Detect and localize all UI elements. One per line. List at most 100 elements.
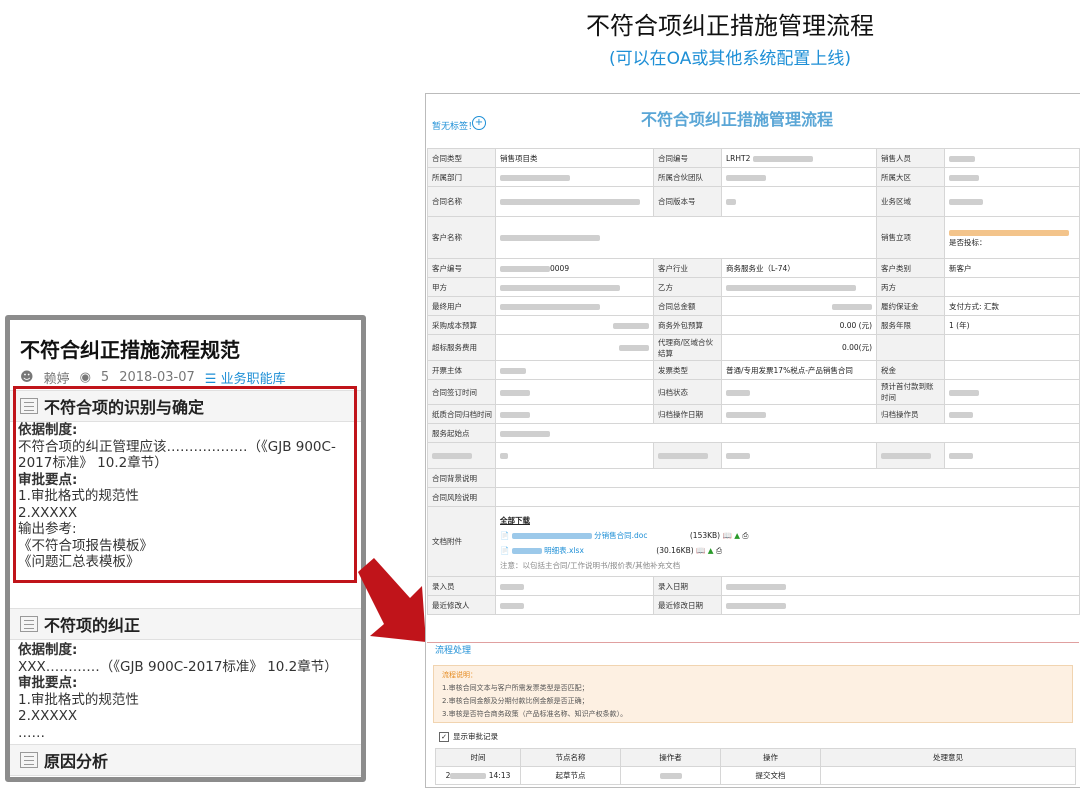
section-line: 1.审批格式的规范性 bbox=[18, 691, 139, 708]
list-icon bbox=[20, 616, 38, 632]
checkbox-icon[interactable]: ✓ bbox=[439, 731, 449, 742]
preview-icon[interactable]: 📖 bbox=[696, 546, 705, 555]
field-label: 纸质合同归档时间 bbox=[427, 404, 496, 424]
table-row: 所属部门 所属合伙团队 所属大区 bbox=[427, 167, 1080, 187]
approval-log-table: 时间 节点名称 操作者 操作 处理意见 2 14:13 起草节点 提交文档 bbox=[435, 748, 1076, 785]
section-line: XXX…………（《GJB 900C-2017标准》 10.2章节） bbox=[18, 658, 338, 675]
table-row: 客户编号 0009 客户行业 商务服务业（L-74） 客户类别 新客户 bbox=[427, 258, 1080, 278]
field-label: 采购成本预算 bbox=[427, 315, 496, 335]
contract-table: 合同类型 销售项目类 合同编号 LRHT2 销售人员 所属部门 所属合伙团队 所属大… bbox=[427, 148, 1080, 615]
table-row: 合同签订时间 归档状态 预计首付款到账时间 bbox=[427, 379, 1080, 405]
field-value bbox=[721, 277, 877, 297]
field-value bbox=[495, 277, 654, 297]
field-value: 普通/专用发票17%税点-产品销售合同 bbox=[721, 360, 877, 380]
field-label: 所属部门 bbox=[427, 167, 496, 187]
field-value bbox=[944, 379, 1080, 405]
field-label: 销售人员 bbox=[876, 148, 945, 168]
field-label: 履约保证金 bbox=[876, 296, 945, 316]
checkbox-label: 显示审批记录 bbox=[453, 732, 498, 741]
field-label: 客户行业 bbox=[653, 258, 722, 278]
field-value bbox=[721, 296, 877, 316]
download-icon[interactable]: ▲ bbox=[708, 546, 714, 555]
field-value: 0.00(元) bbox=[721, 334, 877, 361]
show-record-toggle[interactable]: ✓ 显示审批记录 bbox=[439, 731, 1079, 742]
field-label bbox=[876, 334, 945, 361]
attachment-link[interactable]: 分销售合同.doc bbox=[594, 531, 647, 540]
arrow-icon bbox=[358, 558, 426, 642]
field-label: 销售立项 bbox=[876, 216, 945, 259]
field-label: 丙方 bbox=[876, 277, 945, 297]
table-row: 合同风险说明 bbox=[427, 487, 1080, 507]
section-line: …… bbox=[18, 724, 45, 741]
author: 赖婷 bbox=[43, 372, 70, 387]
attachment-link[interactable]: 明细表.xlsx bbox=[544, 546, 584, 555]
field-value bbox=[495, 296, 654, 316]
page-subtitle: (可以在OA或其他系统配置上线) bbox=[609, 49, 851, 69]
attachment-row: 📄 分销售合同.doc (153KB) 📖 ▲ ⎙ bbox=[500, 528, 1075, 543]
field-value bbox=[721, 379, 877, 405]
field-value bbox=[495, 423, 1080, 443]
table-row: 合同背景说明 bbox=[427, 468, 1080, 488]
field-value bbox=[944, 167, 1080, 187]
field-value bbox=[944, 360, 1080, 380]
process-section: 流程处理 流程说明： 1.审核合同文本与客户所需发票类型是否匹配； 2.审核合同… bbox=[427, 642, 1079, 785]
field-label: 业务区域 bbox=[876, 186, 945, 217]
field-value: 支付方式: 汇款 bbox=[944, 296, 1080, 316]
field-label bbox=[653, 442, 722, 469]
field-value bbox=[721, 167, 877, 187]
table-row: 最终用户 合同总金额 履约保证金 支付方式: 汇款 bbox=[427, 296, 1080, 316]
section-title: 不符项的纠正 bbox=[44, 616, 141, 635]
field-value bbox=[944, 442, 1080, 469]
field-value bbox=[495, 468, 1080, 488]
field-label bbox=[876, 442, 945, 469]
table-row: 采购成本预算 商务外包预算 0.00 (元) 服务年限 1 (年) bbox=[427, 315, 1080, 335]
field-value bbox=[495, 576, 654, 596]
library-link[interactable]: ☰ 业务职能库 bbox=[205, 368, 286, 387]
column-header: 时间 bbox=[435, 748, 521, 767]
field-label: 所属大区 bbox=[876, 167, 945, 187]
download-all-link[interactable]: 全部下载 bbox=[500, 513, 1075, 528]
table-row: 甲方 乙方 丙方 bbox=[427, 277, 1080, 297]
field-value bbox=[495, 595, 654, 615]
download-icon[interactable]: ▲ bbox=[734, 531, 740, 540]
field-value: 销售项目类 bbox=[495, 148, 654, 168]
process-note: 流程说明： 1.审核合同文本与客户所需发票类型是否匹配； 2.审核合同金额及分期… bbox=[433, 665, 1073, 723]
section-title: 原因分析 bbox=[44, 752, 109, 771]
workflow-form: 暂无标签！ + 不符合项纠正措施管理流程 合同类型 销售项目类 合同编号 LRHT2… bbox=[425, 93, 1080, 788]
field-label: 税金 bbox=[876, 360, 945, 380]
table-row: 合同类型 销售项目类 合同编号 LRHT2 销售人员 bbox=[427, 148, 1080, 168]
field-value bbox=[721, 595, 1080, 615]
field-label: 合同名称 bbox=[427, 186, 496, 217]
field-value bbox=[495, 404, 654, 424]
print-icon[interactable]: ⎙ bbox=[716, 546, 722, 555]
field-label: 最近修改日期 bbox=[653, 595, 722, 615]
log-operator bbox=[620, 766, 721, 785]
field-value: 新客户 bbox=[944, 258, 1080, 278]
column-header: 操作者 bbox=[620, 748, 721, 767]
field-value: LRHT2 bbox=[721, 148, 877, 168]
section-line: 2.XXXXX bbox=[18, 708, 78, 724]
section-line: 依据制度: bbox=[18, 642, 78, 658]
preview-icon[interactable]: 📖 bbox=[723, 531, 732, 540]
field-value bbox=[495, 379, 654, 405]
note-line: 2.审核合同金额及分期付款比例金额是否正确； bbox=[442, 697, 589, 705]
attachments-cell: 全部下载 📄 分销售合同.doc (153KB) 📖 ▲ ⎙ 📄 明细表.xls… bbox=[495, 506, 1080, 577]
section-header-correct[interactable]: 不符项的纠正 bbox=[10, 608, 361, 640]
field-label: 代理商/区域合伙结算 bbox=[653, 334, 722, 361]
section-header-cause[interactable]: 原因分析 bbox=[10, 744, 361, 776]
print-icon[interactable]: ⎙ bbox=[742, 531, 748, 540]
tag-label[interactable]: 暂无标签！ bbox=[432, 119, 477, 132]
field-value bbox=[721, 186, 877, 217]
add-tag-icon[interactable]: + bbox=[472, 116, 486, 130]
attachment-row: 📄 明细表.xlsx (30.16KB) 📖 ▲ ⎙ bbox=[500, 543, 1075, 558]
field-value bbox=[495, 442, 654, 469]
field-label: 客户名称 bbox=[427, 216, 496, 259]
field-value bbox=[721, 576, 1080, 596]
field-label: 录入日期 bbox=[653, 576, 722, 596]
process-heading: 流程处理 bbox=[427, 642, 1079, 661]
field-label: 服务年限 bbox=[876, 315, 945, 335]
field-label: 合同版本号 bbox=[653, 186, 722, 217]
field-label: 超标服务费用 bbox=[427, 334, 496, 361]
table-row: 服务起始点 bbox=[427, 423, 1080, 443]
field-value bbox=[495, 315, 654, 335]
